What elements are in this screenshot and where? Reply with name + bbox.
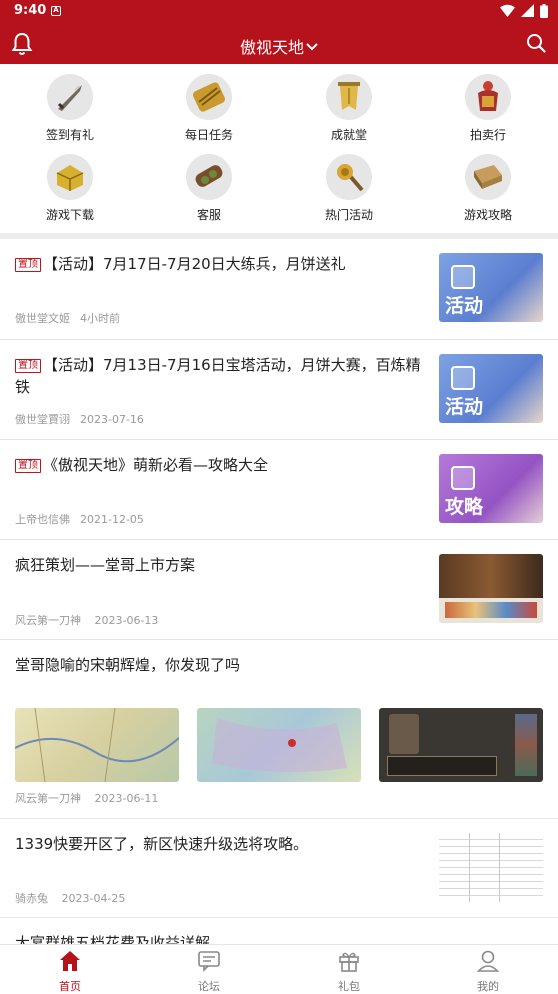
thumbnail-label: 活动 xyxy=(445,295,484,317)
post-time: 4小时前 xyxy=(80,312,120,325)
shortcut-daily-tasks[interactable]: 每日任务 xyxy=(139,64,279,144)
chevron-down-icon xyxy=(306,43,318,51)
post-meta: 骑赤兔 2023-04-25 xyxy=(15,890,125,906)
flag-icon xyxy=(451,366,475,390)
shortcut-label: 游戏下载 xyxy=(45,208,94,222)
post-thumbnail: 攻略 xyxy=(439,454,543,523)
gift-icon xyxy=(339,952,359,972)
post-time: 2023-04-25 xyxy=(61,892,126,905)
post-author: 风云第一刀神 xyxy=(15,792,81,805)
post-meta: 傲世堂文姬 4小时前 xyxy=(15,310,120,326)
post-time: 2021-12-05 xyxy=(80,513,144,526)
post-thumbnail xyxy=(439,833,543,902)
notification-icon: A xyxy=(51,6,61,16)
post-author: 上帝也信佛 xyxy=(15,513,70,526)
page-title: 傲视天地 xyxy=(239,38,304,57)
shortcut-customer-service[interactable]: 客服 xyxy=(139,144,279,224)
shortcut-auction[interactable]: 拍卖行 xyxy=(418,64,558,144)
battery-icon xyxy=(540,4,548,18)
post-meta: 傲世堂賈诩 2023-07-16 xyxy=(15,411,144,427)
home-icon xyxy=(60,951,80,971)
shortcut-label: 成就堂 xyxy=(330,128,367,142)
post-item[interactable]: 疯狂策划——堂哥上市方案 风云第一刀神 2023-06-13 xyxy=(0,540,558,640)
post-meta: 风云第一刀神 2023-06-13 xyxy=(15,612,158,628)
bottom-tab-bar: 首页 论坛 礼包 我的 xyxy=(0,944,558,993)
forum-icon xyxy=(198,951,220,972)
profile-icon xyxy=(476,950,500,972)
post-title: 堂哥隐喻的宋朝辉煌，你发现了吗 xyxy=(15,656,241,674)
scroll-icon xyxy=(186,74,232,120)
post-author: 傲世堂賈诩 xyxy=(15,413,70,426)
post-item[interactable]: 置顶 【活动】7月13日-7月16日宝塔活动，月饼大赛，百炼精铁 傲世堂賈诩 202… xyxy=(0,340,558,440)
post-image-map xyxy=(197,708,361,782)
mace-icon xyxy=(326,154,372,200)
post-item[interactable]: 1339快要开区了，新区快速升级选将攻略。 骑赤兔 2023-04-25 xyxy=(0,819,558,918)
post-title: 1339快要开区了，新区快速升级选将攻略。 xyxy=(15,835,309,853)
shortcut-label: 游戏攻略 xyxy=(463,208,512,222)
post-author: 骑赤兔 xyxy=(15,892,48,905)
thumbnail-label: 活动 xyxy=(445,396,484,418)
post-author: 傲世堂文姬 xyxy=(15,312,70,325)
shortcut-hot-events[interactable]: 热门活动 xyxy=(279,144,419,224)
post-title: 置顶 《傲视天地》萌新必看—攻略大全 xyxy=(15,454,435,476)
shortcut-guides[interactable]: 游戏攻略 xyxy=(418,144,558,224)
wifi-icon xyxy=(500,4,515,17)
post-image-game xyxy=(379,708,543,782)
search-icon[interactable] xyxy=(526,33,546,53)
status-time: 9:40 xyxy=(14,3,47,18)
star-icon xyxy=(451,466,475,490)
post-meta: 上帝也信佛 2021-12-05 xyxy=(15,511,144,527)
post-title: 置顶 【活动】7月17日-7月20日大练兵，月饼送礼 xyxy=(15,253,435,275)
shortcut-signin[interactable]: 签到有礼 xyxy=(0,64,140,144)
system-icons xyxy=(500,4,548,18)
tab-profile[interactable]: 我的 xyxy=(418,945,558,993)
banner-icon xyxy=(326,74,372,120)
sword-icon xyxy=(47,74,93,120)
post-thumbnail: 活动 xyxy=(439,354,543,423)
post-item[interactable]: 置顶 《傲视天地》萌新必看—攻略大全 上帝也信佛 2021-12-05 攻略 xyxy=(0,440,558,540)
thumbnail-label: 攻略 xyxy=(445,496,484,518)
app-title-dropdown[interactable]: 傲视天地 xyxy=(0,34,558,58)
tab-gifts[interactable]: 礼包 xyxy=(279,945,419,993)
pinned-badge: 置顶 xyxy=(15,359,41,373)
pinned-badge: 置顶 xyxy=(15,258,41,272)
post-image-map xyxy=(15,708,179,782)
shortcut-label: 拍卖行 xyxy=(469,128,506,142)
signal-icon xyxy=(521,4,534,17)
pinned-badge: 置顶 xyxy=(15,459,41,473)
shortcut-label: 热门活动 xyxy=(324,208,373,222)
shortcut-grid: 签到有礼 每日任务 成就堂 拍卖行 游戏下载 客服 热门活动 游戏攻略 xyxy=(0,64,558,233)
post-author: 风云第一刀神 xyxy=(15,614,81,627)
shortcut-label: 客服 xyxy=(196,208,221,222)
shortcut-download[interactable]: 游戏下载 xyxy=(0,144,140,224)
tab-forum[interactable]: 论坛 xyxy=(139,945,279,993)
chest-icon xyxy=(47,154,93,200)
flag-icon xyxy=(451,265,475,289)
shortcut-achievements[interactable]: 成就堂 xyxy=(279,64,419,144)
post-thumbnail: 活动 xyxy=(439,253,543,322)
status-bar: 9:40 A xyxy=(0,0,558,24)
shortcut-label: 签到有礼 xyxy=(45,128,94,142)
post-time: 2023-07-16 xyxy=(80,413,144,426)
post-meta: 风云第一刀神 2023-06-11 xyxy=(15,790,158,806)
post-item[interactable]: 置顶 【活动】7月17日-7月20日大练兵，月饼送礼 傲世堂文姬 4小时前 活动 xyxy=(0,239,558,340)
post-thumbnail xyxy=(439,554,543,623)
armor-icon xyxy=(465,74,511,120)
bundle-icon xyxy=(186,154,232,200)
book-icon xyxy=(465,154,511,200)
tab-home[interactable]: 首页 xyxy=(0,945,140,993)
app-header: 傲视天地 xyxy=(0,24,558,64)
post-item[interactable]: 堂哥隐喻的宋朝辉煌，你发现了吗 风云第一刀神 2023-06-11 xyxy=(0,640,558,819)
post-title: 疯狂策划——堂哥上市方案 xyxy=(15,556,196,574)
shortcut-label: 每日任务 xyxy=(184,128,233,142)
post-time: 2023-06-13 xyxy=(94,614,159,627)
post-title: 置顶 【活动】7月13日-7月16日宝塔活动，月饼大赛，百炼精铁 xyxy=(15,356,421,396)
post-time: 2023-06-11 xyxy=(94,792,159,805)
